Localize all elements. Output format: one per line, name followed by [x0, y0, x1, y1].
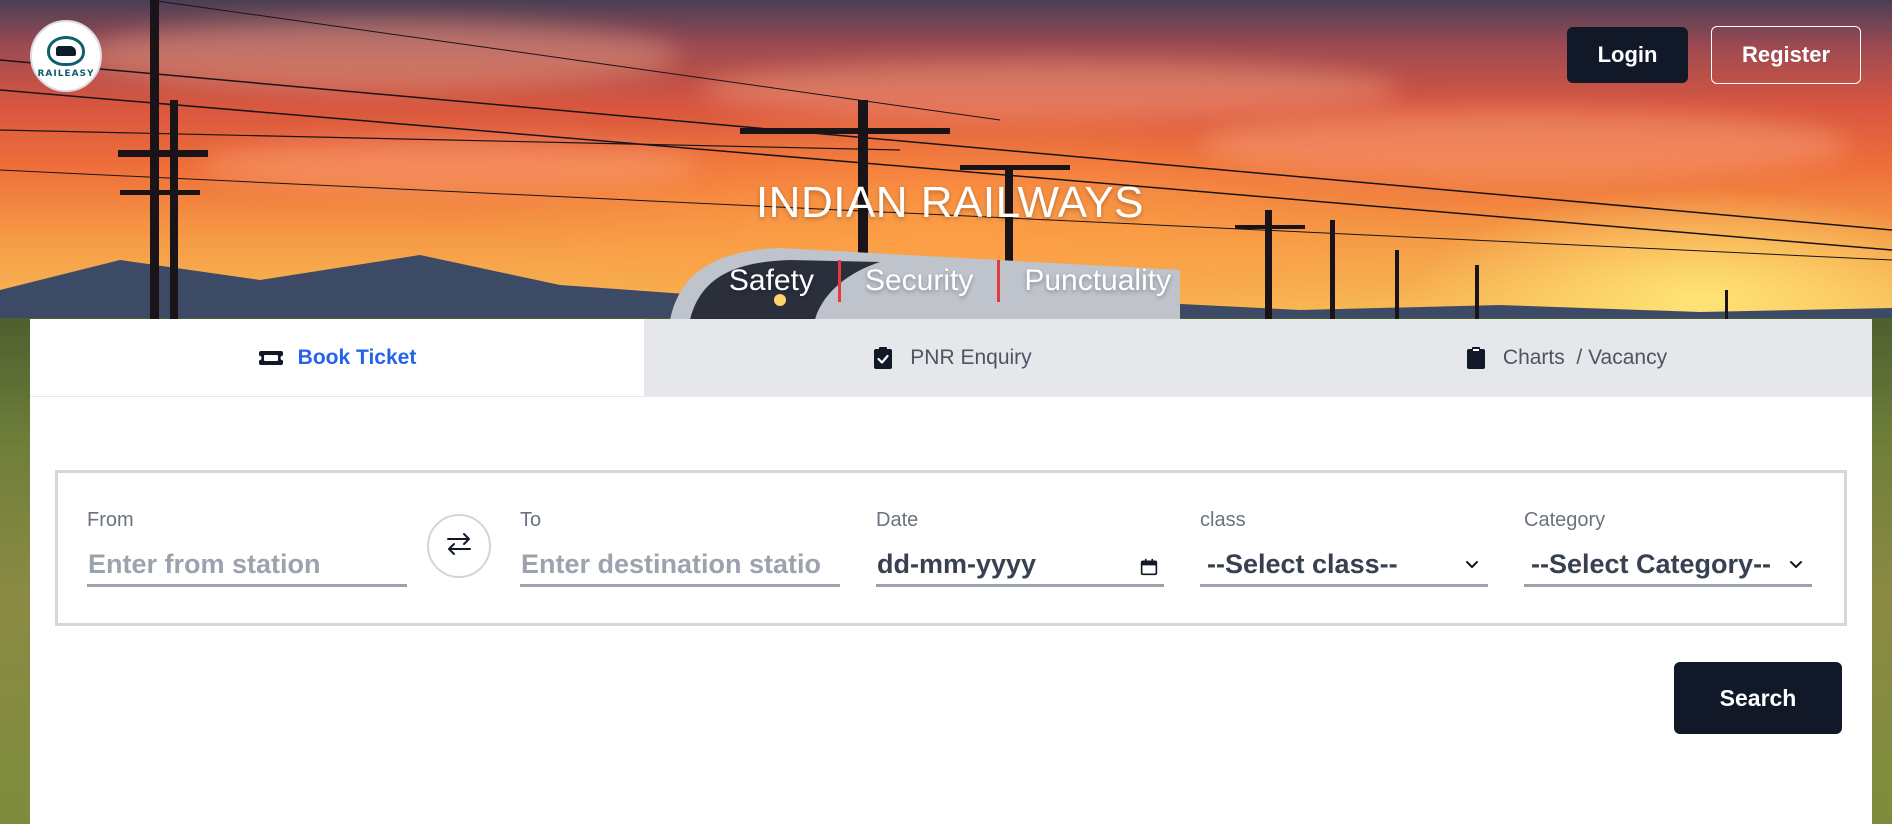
tab-book-ticket[interactable]: Book Ticket — [30, 319, 644, 396]
tab-label: PNR Enquiry — [910, 345, 1032, 369]
logo-text: RAILEASY — [37, 68, 95, 79]
train-logo-icon — [47, 35, 85, 66]
tagline: Safety Security Punctuality — [700, 258, 1200, 304]
class-select[interactable]: --Select class-- — [1200, 545, 1488, 587]
date-field: Date dd-mm-yyyy — [876, 509, 1164, 587]
tab-label: Charts / Vacancy — [1502, 345, 1668, 369]
class-selected-value: --Select class-- — [1207, 549, 1398, 579]
category-select[interactable]: --Select Category-- — [1524, 545, 1812, 587]
from-field: From Enter from station — [87, 509, 407, 587]
tagline-punctuality: Punctuality — [1024, 264, 1172, 297]
tab-label: Book Ticket — [297, 345, 417, 369]
date-label: Date — [876, 509, 919, 531]
journey-search-form: From Enter from station To Enter destina… — [55, 470, 1847, 626]
calendar-icon[interactable] — [1140, 556, 1158, 575]
from-label: From — [87, 509, 134, 531]
tab-pnr-enquiry[interactable]: PNR Enquiry — [644, 319, 1258, 396]
to-field: To Enter destination statio — [520, 509, 840, 587]
search-button[interactable]: Search — [1674, 662, 1842, 734]
from-station-input[interactable]: Enter from station — [87, 545, 407, 587]
chevron-down-icon — [1788, 556, 1806, 574]
tagline-divider — [997, 260, 1001, 302]
ticket-icon — [257, 345, 284, 371]
date-value: dd-mm-yyyy — [877, 549, 1037, 579]
tab-charts-vacancy[interactable]: Charts / Vacancy — [1258, 319, 1872, 396]
swap-stations-button[interactable] — [427, 514, 491, 578]
login-button[interactable]: Login — [1567, 27, 1688, 83]
raileasy-logo[interactable]: RAILEASY — [30, 20, 102, 92]
register-button[interactable]: Register — [1711, 26, 1861, 84]
destination-station-input[interactable]: Enter destination statio — [520, 545, 840, 587]
clipboard-check-icon — [870, 345, 896, 371]
chevron-down-icon — [1464, 556, 1482, 574]
class-label: class — [1200, 509, 1246, 531]
booking-tabs: Book Ticket PNR Enquiry Charts / Vacancy — [30, 319, 1872, 397]
tagline-security: Security — [864, 264, 974, 297]
category-selected-value: --Select Category-- — [1531, 549, 1772, 579]
tagline-safety: Safety — [728, 264, 814, 297]
tagline-divider — [837, 260, 841, 302]
clipboard-icon — [1463, 345, 1489, 371]
category-label: Category — [1524, 509, 1606, 531]
page-title: INDIAN RAILWAYS — [755, 178, 1145, 227]
booking-card: Book Ticket PNR Enquiry Charts / Vacancy… — [30, 319, 1872, 824]
to-label: To — [520, 509, 542, 531]
category-field: Category --Select Category-- — [1524, 509, 1812, 587]
class-field: class --Select class-- — [1200, 509, 1488, 587]
date-input[interactable]: dd-mm-yyyy — [876, 545, 1164, 587]
swap-arrows-icon — [444, 529, 474, 564]
